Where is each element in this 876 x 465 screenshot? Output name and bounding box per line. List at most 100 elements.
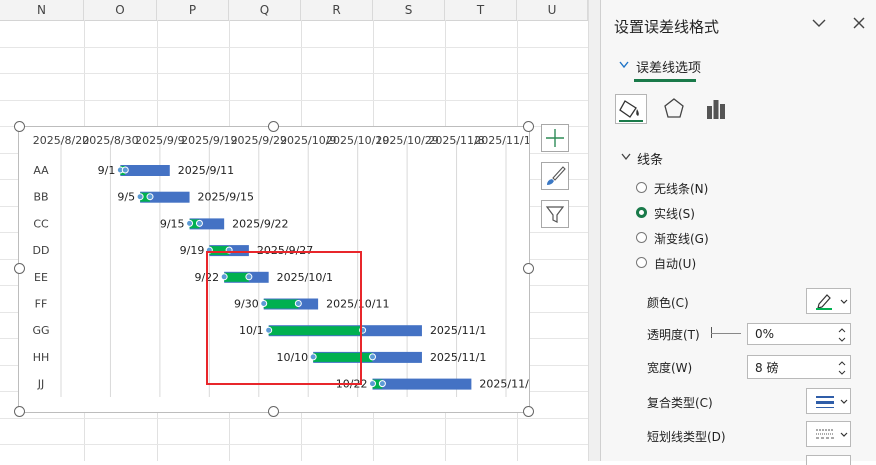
column-header-u[interactable]: U: [517, 0, 588, 20]
category-label: EE: [34, 271, 48, 284]
chevron-down-icon: [840, 432, 848, 437]
radio-automatic-label[interactable]: 自动(U): [654, 255, 696, 272]
start-marker: [136, 193, 144, 201]
compound-lines-icon: [816, 396, 834, 408]
format-error-bars-pane: 设置误差线格式 误差线选项 线条 无线条(N) 实线(S) 渐变线(G) 自动(…: [601, 0, 876, 465]
compound-type-dropdown[interactable]: [806, 388, 851, 414]
annotation-box-chart: [206, 251, 362, 385]
radio-automatic[interactable]: [636, 257, 647, 268]
category-label: BB: [33, 191, 48, 204]
chevron-down-icon: [840, 399, 848, 404]
category-label: AA: [33, 164, 49, 177]
end-date-label: 2025/11/11: [479, 378, 529, 391]
grid-row-line: [0, 418, 588, 419]
end-date-label: 2025/9/11: [178, 164, 234, 177]
progress-marker: [146, 193, 154, 201]
category-label: JJ: [37, 378, 45, 391]
start-marker: [369, 380, 376, 388]
transparency-input[interactable]: 0%: [747, 323, 851, 345]
transparency-label: 透明度(T): [647, 328, 700, 342]
filter-icon: [545, 206, 565, 223]
width-label: 宽度(W): [647, 361, 693, 375]
radio-gradient-line[interactable]: [636, 232, 647, 243]
column-header-s[interactable]: S: [373, 0, 445, 20]
color-picker-button[interactable]: [806, 288, 851, 314]
resize-handle-top-left[interactable]: [14, 121, 25, 132]
resize-handle-right[interactable]: [523, 263, 534, 274]
progress-marker: [195, 219, 203, 227]
end-date-label: 2025/11/1: [430, 351, 486, 364]
resize-handle-bottom-right[interactable]: [523, 406, 534, 417]
grid-row-line: [0, 47, 588, 48]
grid-row-line: [0, 100, 588, 101]
transparency-slider-track[interactable]: [711, 333, 741, 334]
column-header-row: N O P Q R S T U: [0, 0, 588, 21]
radio-gradient-line-label[interactable]: 渐变线(G): [654, 230, 709, 247]
column-header-q[interactable]: Q: [229, 0, 301, 20]
column-header-r[interactable]: R: [301, 0, 373, 20]
x-tick-label: 2025/11/18: [474, 134, 529, 147]
pentagon-effects-icon[interactable]: [663, 97, 685, 121]
start-marker: [186, 219, 194, 227]
start-date-label: 9/5: [117, 191, 135, 204]
spinner-arrows-icon[interactable]: [838, 327, 846, 343]
start-date-label: 9/15: [160, 217, 185, 230]
resize-handle-bottom-left[interactable]: [14, 406, 25, 417]
brush-icon: [547, 166, 566, 185]
column-header-p[interactable]: P: [157, 0, 229, 20]
width-value[interactable]: 8 磅: [755, 359, 778, 376]
color-label: 颜色(C): [647, 296, 689, 310]
column-header-n[interactable]: N: [0, 0, 84, 20]
column-header-o[interactable]: O: [84, 0, 157, 20]
x-tick-label: 2025/9/29: [231, 134, 287, 147]
chevron-down-icon[interactable]: [621, 153, 631, 161]
tab-error-bar-options[interactable]: 误差线选项: [636, 57, 701, 76]
x-tick-label: 2025/9/9: [135, 134, 184, 147]
category-label: CC: [33, 217, 49, 230]
dash-type-label: 短划线类型(D): [647, 430, 726, 444]
resize-handle-top-right[interactable]: [523, 121, 534, 132]
x-tick-label: 2025/8/30: [82, 134, 138, 147]
chart-styles-button[interactable]: [541, 162, 569, 190]
progress-marker: [378, 380, 386, 388]
progress-marker: [121, 166, 129, 174]
close-icon[interactable]: [853, 17, 865, 29]
plus-icon: [546, 129, 564, 147]
grid-row-line: [0, 444, 588, 445]
chart-filters-button[interactable]: [541, 200, 569, 228]
progress-marker: [369, 353, 376, 361]
radio-solid-line[interactable]: [636, 207, 647, 218]
grid-row-line: [0, 73, 588, 74]
category-label: GG: [32, 324, 49, 337]
pen-color-icon: [816, 294, 832, 310]
transparency-value[interactable]: 0%: [755, 327, 774, 341]
resize-handle-bottom[interactable]: [268, 406, 279, 417]
end-date-label: 2025/9/15: [198, 191, 254, 204]
end-date-label: 2025/11/1: [430, 324, 486, 337]
chevron-down-icon[interactable]: [812, 18, 826, 28]
chevron-down-icon: [619, 61, 629, 69]
chart-elements-button[interactable]: [541, 124, 569, 152]
line-group-title[interactable]: 线条: [637, 149, 663, 168]
category-label: HH: [33, 351, 50, 364]
x-tick-label: 2025/8/20: [33, 134, 89, 147]
resize-handle-top[interactable]: [268, 121, 279, 132]
resize-handle-left[interactable]: [14, 263, 25, 274]
cap-type-dropdown[interactable]: [806, 455, 851, 465]
task-bar: [372, 378, 472, 390]
fill-line-tab[interactable]: [615, 94, 647, 124]
radio-solid-line-label[interactable]: 实线(S): [654, 205, 695, 222]
dash-type-dropdown[interactable]: [806, 421, 851, 447]
column-header-t[interactable]: T: [445, 0, 517, 20]
radio-no-line[interactable]: [636, 182, 647, 193]
chevron-down-icon: [840, 299, 848, 304]
start-date-label: 9/1: [98, 164, 116, 177]
compound-type-label: 复合类型(C): [647, 396, 713, 410]
end-date-label: 2025/9/22: [232, 217, 288, 230]
x-tick-label: 2025/9/19: [181, 134, 237, 147]
bar-chart-options-icon[interactable]: [705, 98, 727, 120]
radio-no-line-label[interactable]: 无线条(N): [654, 180, 708, 197]
width-input[interactable]: 8 磅: [747, 355, 851, 379]
tab-underline: [634, 79, 696, 82]
spinner-arrows-icon[interactable]: [838, 360, 846, 376]
